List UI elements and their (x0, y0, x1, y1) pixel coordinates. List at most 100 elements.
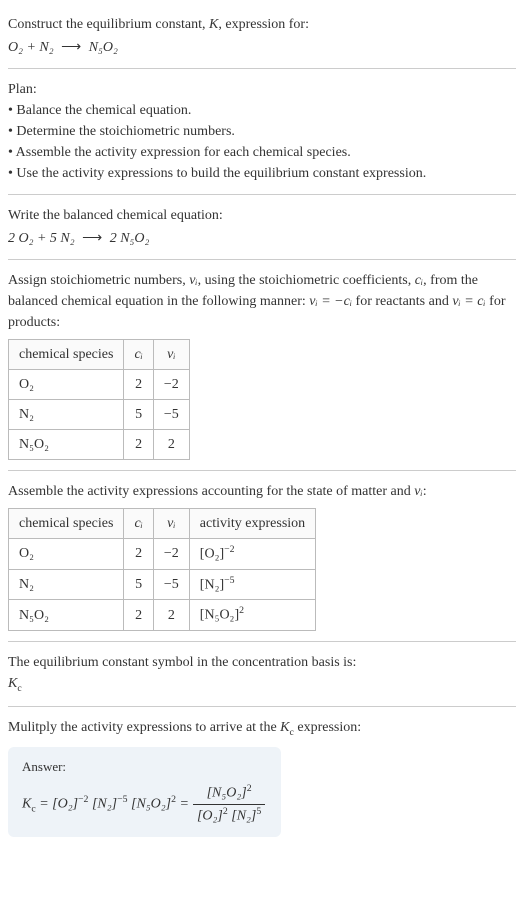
intro-eq-right: N₅O₂ (89, 40, 118, 55)
term-base: [N₅O₂] (131, 796, 171, 811)
plan-item: Balance the chemical equation. (8, 100, 516, 121)
divider (8, 641, 516, 642)
kc-inline: Kc (280, 720, 294, 735)
th-nui: νᵢ (153, 340, 189, 370)
stoich-text-a: Assign stoichiometric numbers, (8, 273, 189, 288)
stoich-rel1: νᵢ = −cᵢ (309, 294, 352, 309)
plan-item: Determine the stoichiometric numbers. (8, 121, 516, 142)
stoich-table: chemical species cᵢ νᵢ O₂ 2 −2 N₂ 5 −5 N… (8, 339, 190, 460)
table-header-row: chemical species cᵢ νᵢ (9, 340, 190, 370)
table-row: N₂ 5 −5 [N₂]−5 (9, 569, 316, 600)
activity-table: chemical species cᵢ νᵢ activity expressi… (8, 508, 316, 631)
th-nui: νᵢ (153, 509, 189, 539)
plan-item: Use the activity expressions to build th… (8, 163, 516, 184)
c-i: cᵢ (415, 273, 423, 288)
activity-text-a: Assemble the activity expressions accoun… (8, 484, 414, 499)
cell-species: N₅O₂ (9, 600, 124, 631)
kc-c: c (17, 683, 21, 694)
kc-symbol-section: The equilibrium constant symbol in the c… (8, 646, 516, 702)
intro-section: Construct the equilibrium constant, K, e… (8, 8, 516, 64)
plan-title: Plan: (8, 79, 516, 100)
table-row: O₂ 2 −2 [O₂]−2 (9, 539, 316, 570)
balanced-eq-right: 2 N₅O₂ (110, 231, 150, 246)
term-base: [N₂] (231, 809, 256, 824)
th-species: chemical species (9, 340, 124, 370)
term-exp: −5 (117, 794, 127, 805)
divider (8, 68, 516, 69)
plan-section: Plan: Balance the chemical equation. Det… (8, 73, 516, 190)
kc-k: K (22, 796, 31, 811)
plan-list: Balance the chemical equation. Determine… (8, 100, 516, 184)
cell-nu: −5 (153, 569, 189, 600)
table-row: N₅O₂ 2 2 [N₅O₂]2 (9, 600, 316, 631)
cell-activity: [N₂]−5 (189, 569, 315, 600)
kc-symbol-text: The equilibrium constant symbol in the c… (8, 652, 516, 673)
term-exp: −2 (78, 794, 88, 805)
arrow-icon: ⟶ (78, 231, 106, 246)
th-species: chemical species (9, 509, 124, 539)
term-base: [N₂] (92, 796, 117, 811)
cell-c: 2 (124, 430, 153, 460)
balanced-equation: 2 O₂ + 5 N₂ ⟶ 2 N₅O₂ (8, 228, 516, 249)
cell-species: O₂ (9, 539, 124, 570)
nu-i: νᵢ (189, 273, 197, 288)
answer-label: Answer: (22, 757, 267, 777)
answer-box: Answer: Kc = [O₂]−2 [N₂]−5 [N₅O₂]2 = [N₅… (8, 747, 281, 837)
table-header-row: chemical species cᵢ νᵢ activity expressi… (9, 509, 316, 539)
cell-nu: −2 (153, 539, 189, 570)
intro-suffix: , expression for: (218, 17, 309, 32)
table-row: O₂ 2 −2 (9, 370, 190, 400)
term-base: [O₂] (52, 796, 78, 811)
cell-nu: −5 (153, 400, 189, 430)
balanced-title: Write the balanced chemical equation: (8, 205, 516, 226)
activity-text-b: : (423, 484, 427, 499)
stoich-section: Assign stoichiometric numbers, νᵢ, using… (8, 264, 516, 466)
expr-base: [O₂] (200, 547, 224, 562)
cell-species: N₅O₂ (9, 430, 124, 460)
intro-text: Construct the equilibrium constant, K, e… (8, 14, 516, 35)
term-base: [O₂] (197, 809, 223, 824)
expr-exp: −5 (224, 575, 234, 586)
intro-k: K (209, 17, 218, 32)
divider (8, 194, 516, 195)
fraction-numerator: [N₅O₂]2 (193, 782, 265, 805)
answer-lhs: Kc = [O₂]−2 [N₂]−5 [N₅O₂]2 = (22, 793, 189, 817)
expr-exp: −2 (224, 544, 234, 555)
term-exp: 5 (256, 806, 261, 817)
table-row: N₂ 5 −5 (9, 400, 190, 430)
mult-text-a: Mulitply the activity expressions to arr… (8, 720, 280, 735)
activity-text: Assemble the activity expressions accoun… (8, 481, 516, 502)
multiply-text: Mulitply the activity expressions to arr… (8, 717, 516, 740)
fraction-denominator: [O₂]2 [N₂]5 (193, 805, 265, 827)
kc-symbol: Kc (8, 673, 516, 696)
th-ci: cᵢ (124, 509, 153, 539)
term-exp: 2 (171, 794, 176, 805)
expr-base: [N₂] (200, 577, 224, 592)
activity-section: Assemble the activity expressions accoun… (8, 475, 516, 637)
expr-exp: 2 (239, 605, 244, 616)
kc-k: K (8, 676, 17, 691)
th-activity: activity expression (189, 509, 315, 539)
cell-species: N₂ (9, 569, 124, 600)
kc-c: c (31, 803, 35, 814)
intro-eq-left: O₂ + N₂ (8, 40, 54, 55)
stoich-text-d: for reactants and (352, 294, 452, 309)
cell-c: 2 (124, 370, 153, 400)
balanced-eq-left: 2 O₂ + 5 N₂ (8, 231, 75, 246)
stoich-rel2: νᵢ = cᵢ (452, 294, 485, 309)
term-exp: 2 (247, 783, 252, 794)
divider (8, 706, 516, 707)
stoich-text-b: , using the stoichiometric coefficients, (198, 273, 415, 288)
mult-text-b: expression: (294, 720, 361, 735)
cell-species: O₂ (9, 370, 124, 400)
kc-k: K (280, 720, 289, 735)
cell-c: 5 (124, 569, 153, 600)
term-base: [N₅O₂] (207, 786, 247, 801)
cell-species: N₂ (9, 400, 124, 430)
cell-c: 2 (124, 600, 153, 631)
th-ci: cᵢ (124, 340, 153, 370)
cell-c: 2 (124, 539, 153, 570)
arrow-icon: ⟶ (57, 40, 85, 55)
table-row: N₅O₂ 2 2 (9, 430, 190, 460)
cell-nu: 2 (153, 430, 189, 460)
